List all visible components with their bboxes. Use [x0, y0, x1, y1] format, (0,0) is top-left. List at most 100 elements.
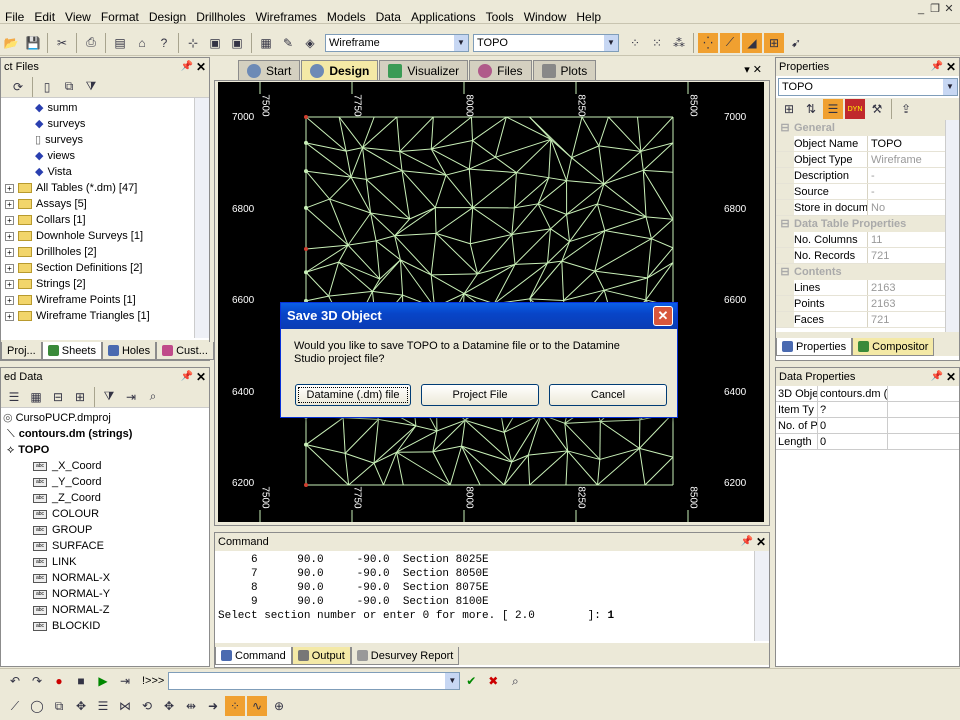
chevron-down-icon[interactable]: ▼ — [604, 34, 618, 51]
cancel-icon[interactable]: ✖ — [483, 671, 503, 691]
scrollbar[interactable] — [945, 120, 959, 332]
expand-icon[interactable]: + — [5, 199, 14, 209]
tab-output[interactable]: Output — [291, 647, 351, 665]
field-item[interactable]: abc COLOUR — [33, 506, 209, 522]
expand-icon[interactable]: + — [5, 279, 14, 289]
property-row[interactable]: Faces 721 — [776, 312, 959, 328]
menu-format[interactable]: Format — [96, 0, 144, 24]
window-icon[interactable]: ▣ — [205, 33, 225, 53]
menu-window[interactable]: Window — [519, 0, 572, 24]
field-item[interactable]: abc _Z_Coord — [33, 490, 209, 506]
category-data-table[interactable]: ⊟ Data Table Properties — [776, 216, 959, 232]
minimize-icon[interactable]: _ — [914, 2, 928, 16]
window2-icon[interactable]: ▣ — [227, 33, 247, 53]
list-item[interactable]: ▯ surveys — [35, 132, 209, 148]
folder-item[interactable]: + Strings [2] — [5, 276, 209, 292]
property-value[interactable]: 0 — [818, 418, 888, 433]
find-icon[interactable]: ⌕ — [505, 671, 525, 691]
select-tri-icon[interactable]: ◢ — [742, 32, 762, 53]
split-icon[interactable]: ⊞ — [70, 387, 90, 407]
category-general[interactable]: ⊟ General — [776, 120, 959, 136]
join-icon[interactable]: ⋈ — [115, 696, 135, 716]
property-row[interactable]: Object Name TOPO — [776, 136, 959, 152]
list-item[interactable]: ◆ summ — [35, 100, 209, 116]
cancel-button[interactable]: Cancel — [549, 384, 667, 406]
property-row[interactable]: Store in docum No — [776, 200, 959, 216]
redo-icon[interactable]: ↷ — [27, 671, 47, 691]
close-icon[interactable]: ✕ — [946, 58, 956, 76]
copy-icon[interactable]: ⧉ — [59, 77, 79, 97]
command-prompt[interactable]: Select section number or enter 0 for mor… — [218, 609, 766, 623]
grid-icon[interactable]: ▦ — [256, 33, 276, 53]
scatter2-icon[interactable]: ⁙ — [647, 33, 667, 53]
tab-properties[interactable]: Properties — [776, 338, 853, 356]
select-points-icon[interactable]: ⁛ — [698, 32, 718, 53]
tab-holes[interactable]: Holes — [101, 342, 157, 360]
field-item[interactable]: abc NORMAL-Y — [33, 586, 209, 602]
select-box-icon[interactable]: ⊞ — [764, 32, 784, 53]
tab-desurvey-report[interactable]: Desurvey Report — [350, 647, 460, 665]
folder-item[interactable]: + Collars [1] — [5, 212, 209, 228]
menu-file[interactable]: File — [0, 0, 29, 24]
property-row[interactable]: No. Columns 11 — [776, 232, 959, 248]
snap-icon[interactable]: ⊹ — [183, 33, 203, 53]
folder-item[interactable]: + All Tables (*.dm) [47] — [5, 180, 209, 196]
data-property-row[interactable]: Item Ty? — [776, 402, 959, 418]
restore-icon[interactable]: ❐ — [928, 2, 942, 16]
property-row[interactable]: Source - — [776, 184, 959, 200]
rotate-icon[interactable]: ⟲ — [137, 696, 157, 716]
close-icon[interactable]: ✕ — [942, 2, 956, 16]
menu-help[interactable]: Help — [571, 0, 606, 24]
expand-icon[interactable]: + — [5, 247, 14, 257]
scrollbar[interactable] — [754, 551, 769, 641]
pin-icon[interactable]: 📌 — [181, 368, 193, 386]
pan-icon[interactable]: ✥ — [159, 696, 179, 716]
field-item[interactable]: abc _X_Coord — [33, 458, 209, 474]
menu-design[interactable]: Design — [144, 0, 191, 24]
object-item[interactable]: ⟍ contours.dm (strings) — [3, 426, 209, 442]
close-icon[interactable]: ✕ — [946, 368, 956, 386]
layers-icon[interactable]: ◈ — [300, 33, 320, 53]
scatter-icon[interactable]: ⁘ — [625, 33, 645, 53]
tab-plots[interactable]: Plots — [532, 60, 597, 80]
pin-icon[interactable]: 📌 — [741, 533, 753, 551]
categorized-icon[interactable]: ⊞ — [779, 99, 799, 119]
tabs-menu-icon[interactable]: ▾ ✕ — [744, 60, 762, 80]
export-icon[interactable]: ⇪ — [896, 99, 916, 119]
new-file-icon[interactable]: ▯ — [37, 77, 57, 97]
folder-item[interactable]: + Assays [5] — [5, 196, 209, 212]
project-file-button[interactable]: Project File — [421, 384, 539, 406]
close-icon[interactable]: ✕ — [196, 368, 206, 386]
expand-icon[interactable]: + — [5, 311, 14, 321]
save-icon[interactable]: 💾 — [23, 33, 43, 53]
list-icon[interactable]: ☰ — [823, 99, 843, 119]
category-contents[interactable]: ⊟ Contents — [776, 264, 959, 280]
align-icon[interactable]: ☰ — [93, 696, 113, 716]
field-item[interactable]: abc _Y_Coord — [33, 474, 209, 490]
list-item[interactable]: ◆ surveys — [35, 116, 209, 132]
help-icon[interactable]: ? — [154, 33, 174, 53]
scatter-delete-icon[interactable]: ⁂ — [669, 33, 689, 53]
refresh-icon[interactable]: ⟳ — [8, 77, 28, 97]
align-icon[interactable]: ☰ — [4, 387, 24, 407]
tab-files[interactable]: Files — [469, 60, 532, 80]
undo-icon[interactable]: ↶ — [5, 671, 25, 691]
folder-item[interactable]: + Section Definitions [2] — [5, 260, 209, 276]
stop-icon[interactable]: ■ — [71, 671, 91, 691]
filter-icon[interactable]: ⧩ — [99, 387, 119, 407]
tab-compositor[interactable]: Compositor — [852, 338, 935, 356]
menu-edit[interactable]: Edit — [29, 0, 60, 24]
draw-line-icon[interactable]: ⟋ — [5, 696, 25, 716]
tab-visualizer[interactable]: Visualizer — [379, 60, 469, 80]
field-item[interactable]: abc LINK — [33, 554, 209, 570]
chevron-down-icon[interactable]: ▼ — [445, 673, 460, 689]
expand-icon[interactable]: + — [5, 295, 14, 305]
pin-icon[interactable]: 📌 — [931, 368, 943, 386]
tab-start[interactable]: Start — [238, 60, 301, 80]
curve-icon[interactable]: ∿ — [247, 696, 267, 716]
tab-design[interactable]: Design — [301, 60, 379, 80]
grid-icon[interactable]: ▦ — [26, 387, 46, 407]
open-folder-icon[interactable]: 📂 — [1, 33, 21, 53]
field-item[interactable]: abc NORMAL-Z — [33, 602, 209, 618]
tab-project[interactable]: Proj... — [1, 342, 42, 360]
